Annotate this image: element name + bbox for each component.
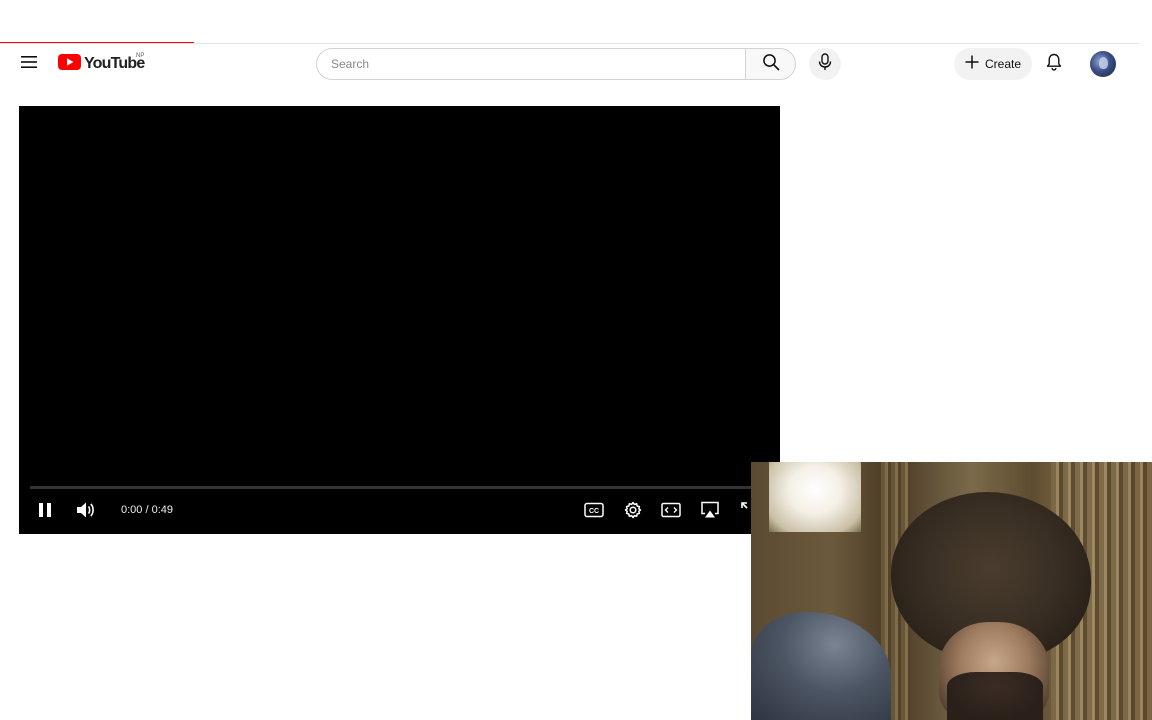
pause-button[interactable] (31, 498, 59, 526)
pause-icon (38, 502, 52, 523)
webcam-overlay (751, 462, 1152, 720)
time-display: 0:00 / 0:49 (121, 504, 173, 516)
search-icon (762, 53, 780, 76)
video-player[interactable]: 0:00 / 0:49 CC (19, 106, 780, 534)
youtube-play-logo-icon (58, 53, 81, 75)
create-button[interactable]: Create (954, 48, 1032, 80)
mute-button[interactable] (72, 498, 100, 526)
voice-search-button[interactable] (809, 48, 841, 80)
current-time: 0:00 (121, 504, 143, 516)
airplay-button[interactable] (696, 498, 724, 526)
user-avatar[interactable] (1090, 51, 1116, 77)
webcam-clothing (751, 612, 891, 720)
player-controls: 0:00 / 0:49 CC (19, 496, 780, 526)
subtitles-icon: CC (584, 502, 604, 523)
hamburger-menu-icon (21, 55, 37, 74)
miniplayer-icon (661, 502, 681, 523)
bell-icon (1046, 53, 1062, 76)
youtube-logo-link[interactable]: YouTube (58, 52, 145, 76)
search-button[interactable] (745, 48, 796, 80)
search-box[interactable] (316, 48, 746, 80)
notifications-button[interactable] (1040, 50, 1068, 78)
svg-text:CC: CC (589, 508, 599, 515)
settings-icon (624, 501, 642, 524)
country-code-label: NP (136, 53, 145, 59)
plus-icon (965, 55, 979, 74)
webcam-window-light (769, 462, 861, 532)
duration: 0:49 (151, 504, 174, 516)
settings-button[interactable] (619, 498, 647, 526)
search-input[interactable] (329, 49, 729, 79)
masthead: YouTube NP Create (0, 44, 1152, 84)
webcam-beard (947, 672, 1043, 720)
time-separator: / (145, 504, 149, 516)
airplay-icon (700, 501, 720, 524)
microphone-icon (818, 52, 832, 76)
guide-menu-button[interactable] (16, 50, 42, 78)
video-progress-bar[interactable] (30, 486, 770, 489)
create-button-label: Create (984, 57, 1022, 71)
miniplayer-button[interactable] (657, 498, 685, 526)
volume-icon (76, 501, 96, 524)
subtitles-button[interactable]: CC (580, 498, 608, 526)
